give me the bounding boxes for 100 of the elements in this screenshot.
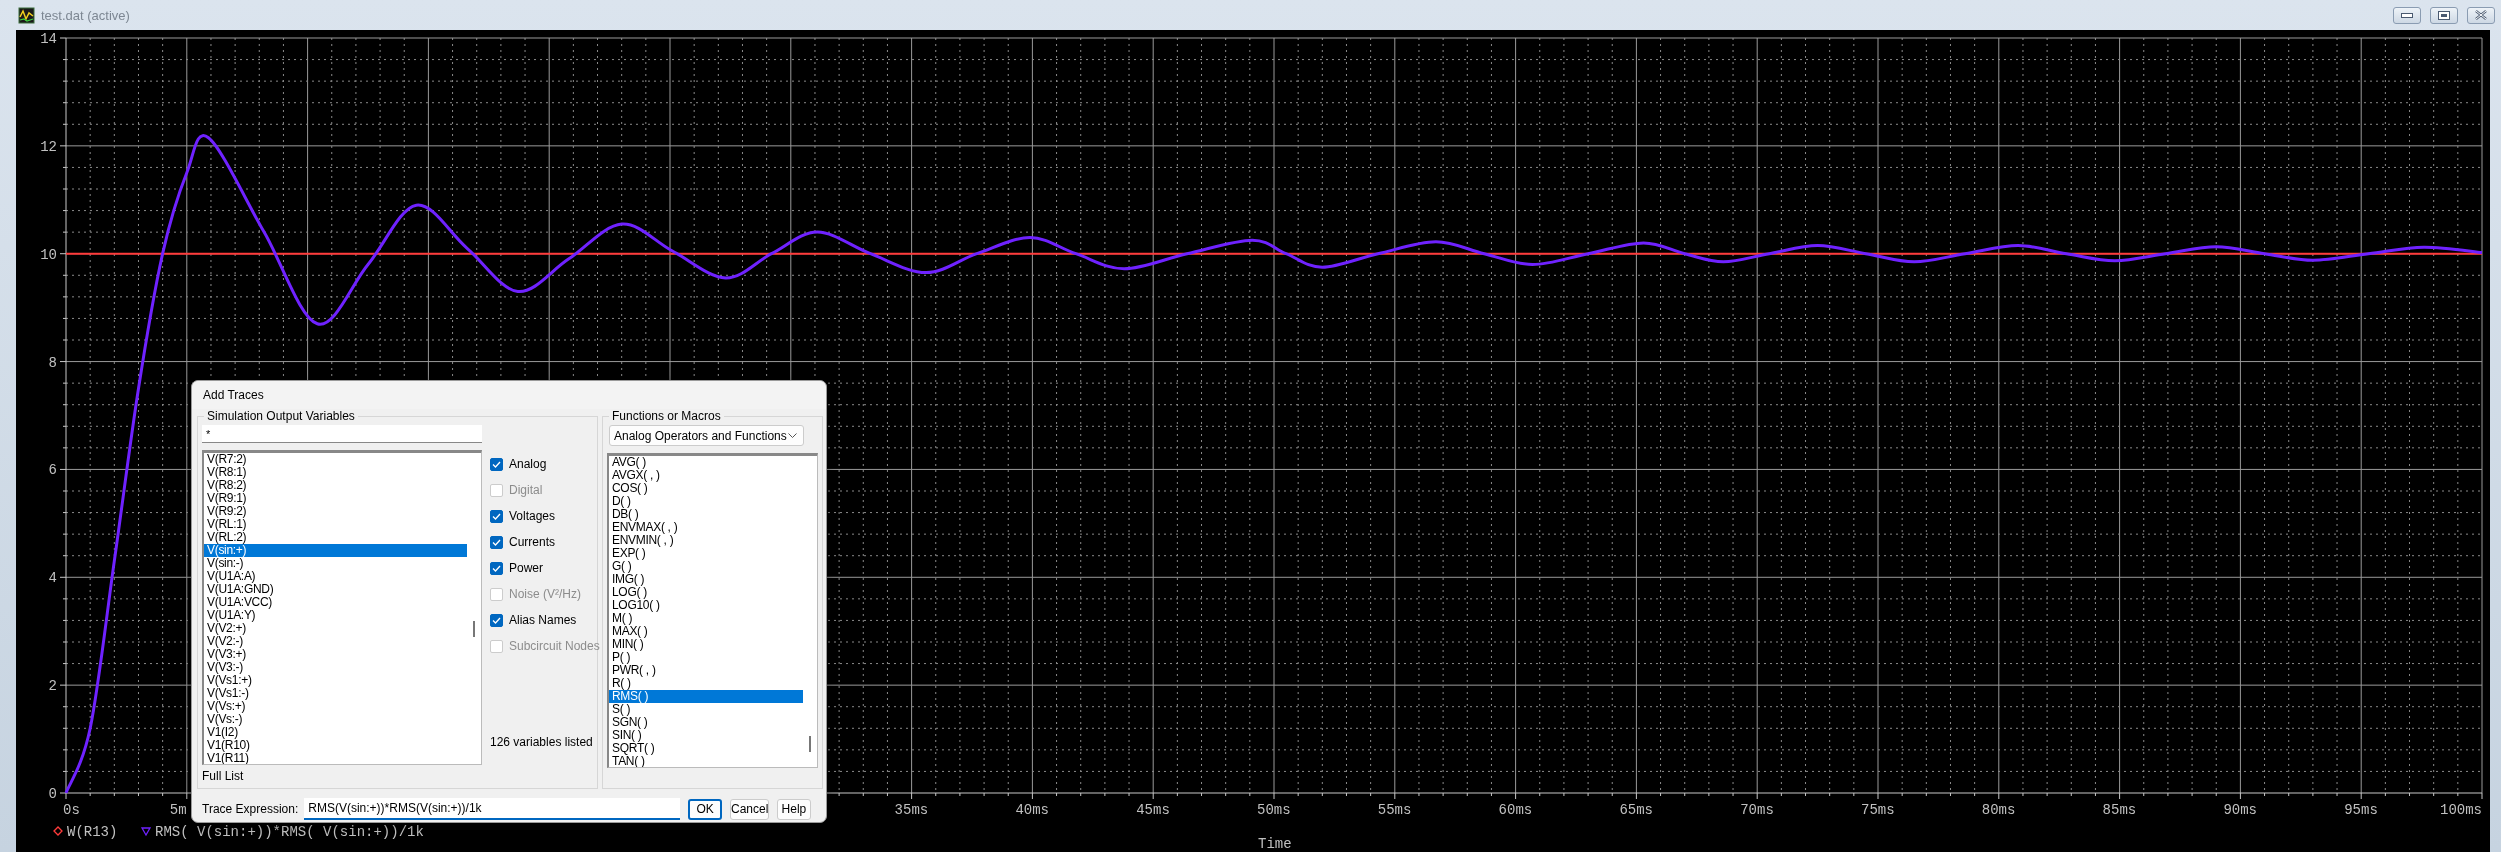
- checkbox[interactable]: [490, 535, 503, 549]
- axis-tick-label: 8: [48, 354, 57, 371]
- axis-tick-label: 5m: [169, 802, 187, 818]
- dialog-button[interactable]: Help: [777, 798, 811, 820]
- list-item[interactable]: SGN( ): [609, 716, 803, 729]
- list-item[interactable]: V(V2:+): [204, 622, 467, 635]
- axis-tick-label: 90ms: [2223, 802, 2257, 818]
- legend-label: RMS( V(sin:+))*RMS( V(sin:+))/1k: [155, 824, 424, 840]
- list-item[interactable]: ENVMAX( , ): [609, 521, 803, 534]
- list-item[interactable]: V(Vs1:+): [204, 674, 467, 687]
- scrollbar-thumb[interactable]: [809, 736, 811, 752]
- axis-tick-label: 2: [48, 678, 57, 695]
- restore-button[interactable]: [2430, 6, 2458, 24]
- list-item[interactable]: V(V3:+): [204, 648, 467, 661]
- list-item[interactable]: R( ): [609, 677, 803, 690]
- list-item[interactable]: V(RL:1): [204, 518, 467, 531]
- axis-tick-label: 65ms: [1619, 802, 1653, 818]
- list-item[interactable]: AVG( ): [609, 456, 803, 469]
- close-icon: [2475, 10, 2487, 20]
- axis-tick-label: 85ms: [2102, 802, 2137, 818]
- list-item[interactable]: SIN( ): [609, 729, 803, 742]
- checkbox[interactable]: [490, 509, 503, 523]
- list-item[interactable]: V(V2:-): [204, 635, 467, 648]
- list-item[interactable]: M( ): [609, 612, 803, 625]
- checkbox-label: Currents: [509, 535, 555, 549]
- list-mode-label: Full List: [202, 768, 245, 785]
- axis-tick-label: 100ms: [2440, 802, 2482, 818]
- dropdown[interactable]: Analog Operators and Functions: [609, 425, 804, 446]
- close-button[interactable]: [2467, 6, 2495, 24]
- list-item[interactable]: V(R8:1): [204, 466, 467, 479]
- expression-field[interactable]: RMS(V(sin:+))*RMS(V(sin:+))/1k: [304, 798, 681, 820]
- diamond-icon: [53, 826, 63, 836]
- axis-tick-label: 75ms: [1861, 802, 1895, 818]
- dialog-button[interactable]: OK: [688, 798, 722, 820]
- dialog-button[interactable]: Cancel: [730, 798, 770, 820]
- scrollbar-thumb[interactable]: [473, 621, 475, 637]
- axis-tick-label: 12: [40, 138, 57, 155]
- list-item[interactable]: V(U1A:GND): [204, 583, 467, 596]
- list-item[interactable]: RMS( ): [609, 690, 803, 703]
- axis-tick-label: 60ms: [1498, 802, 1533, 818]
- axis-tick-label: 4: [48, 570, 57, 587]
- checkbox[interactable]: [490, 561, 503, 575]
- axis-tick-label: 95ms: [2344, 802, 2378, 818]
- checkbox-label: Subcircuit Nodes: [509, 639, 600, 653]
- count-label: 126 variables listed: [490, 735, 594, 749]
- list-item[interactable]: V(RL:2): [204, 531, 467, 544]
- list-item[interactable]: V(R9:1): [204, 492, 467, 505]
- minimize-button[interactable]: [2393, 6, 2421, 24]
- axis-tick-label: 45ms: [1136, 802, 1170, 818]
- field-label: Trace Expression:: [202, 802, 299, 816]
- list-item[interactable]: P( ): [609, 651, 803, 664]
- list-item[interactable]: V(Vs:+): [204, 700, 467, 713]
- list-item[interactable]: V(Vs:-): [204, 713, 467, 726]
- list-item[interactable]: PWR( , ): [609, 664, 803, 677]
- list-item[interactable]: LOG10( ): [609, 599, 803, 612]
- list-item[interactable]: MIN( ): [609, 638, 803, 651]
- list-item[interactable]: LOG( ): [609, 586, 803, 599]
- dialog-title: Add Traces: [192, 381, 826, 409]
- checkbox[interactable]: [490, 613, 503, 627]
- list-item[interactable]: COS( ): [609, 482, 803, 495]
- list-item[interactable]: V1(R11): [204, 752, 467, 764]
- list-item[interactable]: V(Vs1:-): [204, 687, 467, 700]
- list-item[interactable]: ENVMIN( , ): [609, 534, 803, 547]
- checkbox[interactable]: [490, 457, 503, 471]
- axis-tick-label: 14: [40, 31, 57, 47]
- list-item[interactable]: V(R7:2): [204, 453, 467, 466]
- list-item[interactable]: EXP( ): [609, 547, 803, 560]
- list-item[interactable]: V1(I2): [204, 726, 467, 739]
- list-item[interactable]: V(R8:2): [204, 479, 467, 492]
- axis-tick-label: 80ms: [1981, 802, 2016, 818]
- list-item[interactable]: G( ): [609, 560, 803, 573]
- list-item[interactable]: SQRT( ): [609, 742, 803, 755]
- list-item[interactable]: D( ): [609, 495, 803, 508]
- list-item[interactable]: AVGX( , ): [609, 469, 803, 482]
- axis-tick-label: 40ms: [1015, 802, 1049, 818]
- list-item[interactable]: V(sin:-): [204, 557, 467, 570]
- list-item[interactable]: V(U1A:A): [204, 570, 467, 583]
- chevron-icon: [788, 433, 797, 438]
- list-item[interactable]: V(U1A:VCC): [204, 596, 467, 609]
- axis-tick-label: 10: [40, 246, 57, 263]
- list-item[interactable]: V(sin:+): [204, 544, 467, 557]
- list-item[interactable]: V(V3:-): [204, 661, 467, 674]
- list-item[interactable]: IMG( ): [609, 573, 803, 586]
- axis-tick-label: 50ms: [1257, 802, 1291, 818]
- list-item[interactable]: DB( ): [609, 508, 803, 521]
- list-item[interactable]: V(U1A:Y): [204, 609, 467, 622]
- waveform-icon: [18, 6, 35, 24]
- axis-tick-label: 35ms: [894, 802, 929, 818]
- list-item[interactable]: V(R9:2): [204, 505, 467, 518]
- list-item[interactable]: V1(R10): [204, 739, 467, 752]
- window-title: test.dat (active): [41, 7, 130, 23]
- checkbox-label: Analog: [509, 457, 547, 471]
- filter-field[interactable]: *: [202, 425, 482, 443]
- minimize-icon: [2401, 12, 2413, 18]
- list-item[interactable]: S( ): [609, 703, 803, 716]
- axis-tick-label: 70ms: [1740, 802, 1774, 818]
- axis-tick-label: 55ms: [1377, 802, 1412, 818]
- list-item[interactable]: MAX( ): [609, 625, 803, 638]
- list-item[interactable]: TAN( ): [609, 755, 803, 767]
- axis-tick-label: 0s: [63, 802, 80, 818]
